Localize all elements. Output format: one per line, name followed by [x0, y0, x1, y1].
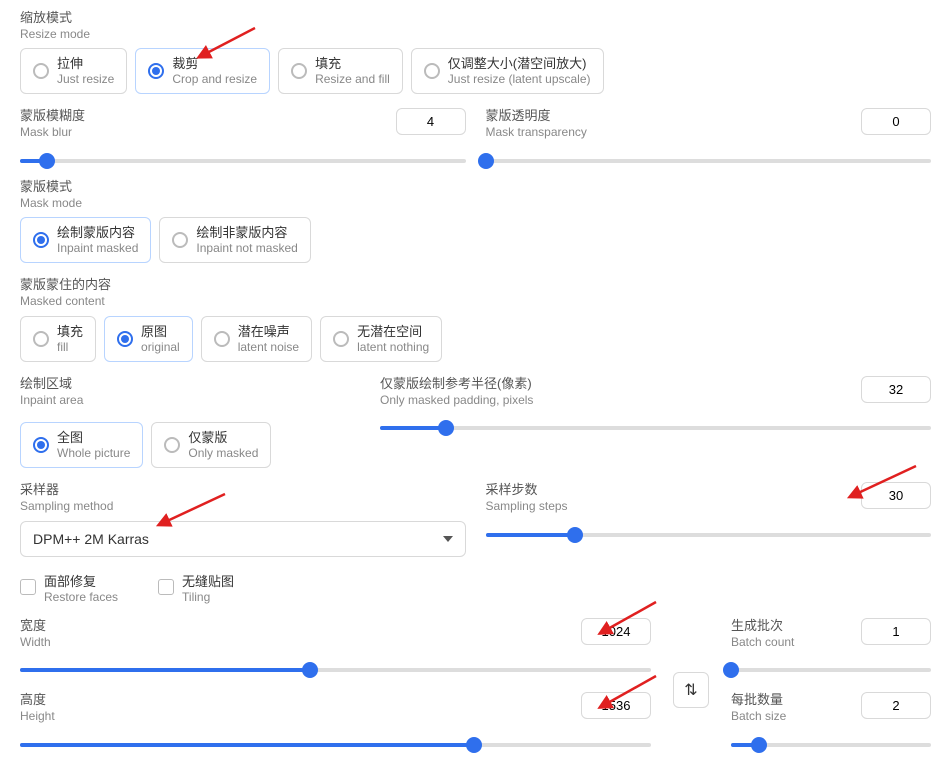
batch-count-input[interactable] — [861, 618, 931, 645]
resize-mode-resize-and-fill[interactable]: 填充Resize and fill — [278, 48, 403, 94]
inpaint-area-whole-picture[interactable]: 全图Whole picture — [20, 422, 143, 468]
masked-content-original[interactable]: 原图original — [104, 316, 193, 362]
masked-content-latent-nothing[interactable]: 无潜在空间latent nothing — [320, 316, 442, 362]
mask-mode-inpaint-masked[interactable]: 绘制蒙版内容Inpaint masked — [20, 217, 151, 263]
batch-size-label: 每批数量Batch size — [731, 692, 786, 724]
resize-mode-options: 拉伸Just resize 裁剪Crop and resize 填充Resize… — [20, 48, 931, 94]
mask-mode-label: 蒙版模式Mask mode — [20, 179, 931, 211]
batch-count-label: 生成批次Batch count — [731, 618, 794, 650]
only-masked-padding-input[interactable] — [861, 376, 931, 403]
batch-count-slider[interactable] — [731, 666, 931, 674]
height-label: 高度Height — [20, 692, 55, 724]
sampling-steps-slider[interactable] — [486, 531, 932, 539]
restore-faces-checkbox[interactable]: 面部修复Restore faces — [20, 571, 118, 604]
height-slider[interactable] — [20, 741, 651, 749]
width-slider[interactable] — [20, 666, 651, 674]
sampling-steps-input[interactable] — [861, 482, 931, 509]
sampling-method-label: 采样器Sampling method — [20, 482, 466, 514]
width-input[interactable] — [581, 618, 651, 645]
inpaint-area-label: 绘制区域Inpaint area — [20, 376, 360, 408]
tiling-checkbox[interactable]: 无缝贴图Tiling — [158, 571, 234, 604]
only-masked-padding-label: 仅蒙版绘制参考半径(像素)Only masked padding, pixels — [380, 376, 533, 408]
resize-mode-latent-upscale[interactable]: 仅调整大小(潜空间放大)Just resize (latent upscale) — [411, 48, 604, 94]
chevron-down-icon — [443, 536, 453, 542]
mask-blur-slider[interactable] — [20, 157, 466, 165]
mask-transparency-input[interactable] — [861, 108, 931, 135]
resize-mode-label: 缩放模式 Resize mode — [20, 10, 931, 42]
sampling-method-value: DPM++ 2M Karras — [33, 531, 149, 547]
height-input[interactable] — [581, 692, 651, 719]
swap-icon: ⇅ — [684, 680, 697, 700]
sampling-method-select[interactable]: DPM++ 2M Karras — [20, 521, 466, 557]
mask-blur-input[interactable] — [396, 108, 466, 135]
inpaint-area-only-masked[interactable]: 仅蒙版Only masked — [151, 422, 271, 468]
resize-mode-crop-and-resize[interactable]: 裁剪Crop and resize — [135, 48, 270, 94]
mask-transparency-slider[interactable] — [486, 157, 932, 165]
mask-transparency-label: 蒙版透明度Mask transparency — [486, 108, 587, 140]
batch-size-slider[interactable] — [731, 741, 931, 749]
masked-content-label: 蒙版蒙住的内容Masked content — [20, 277, 931, 309]
sampling-steps-label: 采样步数Sampling steps — [486, 482, 568, 514]
mask-mode-inpaint-not-masked[interactable]: 绘制非蒙版内容Inpaint not masked — [159, 217, 310, 263]
mask-blur-label: 蒙版模糊度Mask blur — [20, 108, 85, 140]
resize-mode-just-resize[interactable]: 拉伸Just resize — [20, 48, 127, 94]
masked-content-fill[interactable]: 填充fill — [20, 316, 96, 362]
swap-width-height-button[interactable]: ⇅ — [673, 672, 709, 708]
only-masked-padding-slider[interactable] — [380, 424, 931, 432]
width-label: 宽度Width — [20, 618, 51, 650]
masked-content-latent-noise[interactable]: 潜在噪声latent noise — [201, 316, 312, 362]
batch-size-input[interactable] — [861, 692, 931, 719]
